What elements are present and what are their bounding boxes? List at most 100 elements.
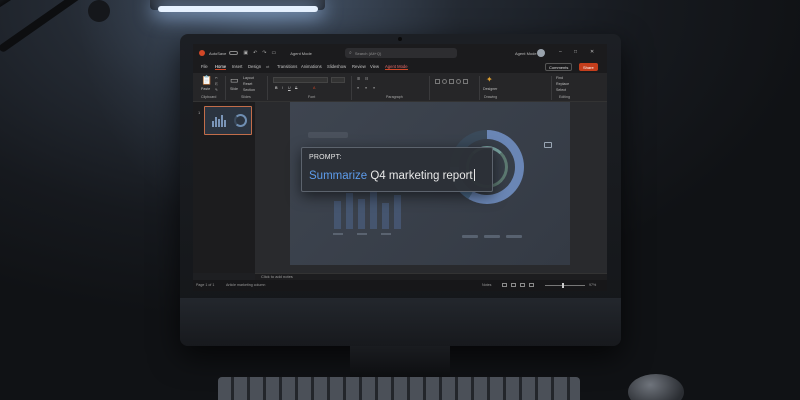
reset-button[interactable]: Reset [243, 82, 252, 86]
ribbon-separator [429, 76, 430, 100]
strikethrough-button[interactable]: S [295, 86, 297, 90]
tab-home[interactable]: Home [215, 64, 227, 70]
group-label-drawing: Drawing [484, 95, 498, 99]
slide-sorter-icon[interactable] [511, 283, 516, 287]
font-color-icon[interactable]: A [313, 86, 315, 90]
normal-view-icon[interactable] [502, 283, 507, 287]
search-icon: ⌕ [349, 50, 352, 56]
comments-label: Comments [549, 64, 569, 70]
align-right-icon[interactable]: ≡ [373, 86, 375, 90]
thumb-bar [218, 119, 220, 127]
group-label-font: Font [308, 95, 316, 99]
shape-style-swatch[interactable] [463, 79, 468, 84]
minimize-button[interactable]: – [559, 49, 562, 55]
italic-button[interactable]: I [282, 86, 283, 90]
autosave-toggle[interactable] [229, 51, 239, 55]
prompt-label: PROMPT: [309, 154, 342, 161]
shape-style-swatch[interactable] [435, 79, 440, 84]
close-button[interactable]: ✕ [590, 49, 594, 55]
slide-axis-label [333, 233, 343, 235]
designer-icon[interactable]: ✦ [486, 75, 493, 84]
thumb-bar [224, 120, 226, 127]
designer-label[interactable]: Designer [483, 87, 497, 91]
tab-review[interactable]: Review [352, 64, 366, 69]
avatar[interactable] [537, 49, 545, 57]
layout-button[interactable]: Layout [243, 76, 254, 80]
accessibility-status[interactable]: Article marketing column [226, 283, 265, 287]
search-input[interactable]: ⌕ Search (Alt+Q) [345, 48, 457, 58]
bold-button[interactable]: B [275, 86, 278, 90]
section-button[interactable]: Section [243, 88, 255, 92]
new-slide-label[interactable]: Slide [230, 87, 238, 91]
tab-view[interactable]: View [370, 64, 379, 69]
notes-placeholder: Click to add notes [261, 274, 293, 279]
save-icon[interactable]: ▣ [243, 50, 248, 56]
reading-view-icon[interactable] [520, 283, 525, 287]
slide-axis-label [381, 233, 391, 235]
thumb-donut [234, 114, 247, 127]
redo-icon[interactable]: ↷ [262, 50, 266, 56]
replace-button[interactable]: Replace [556, 82, 569, 86]
undo-icon[interactable]: ↶ [253, 50, 257, 56]
tab-insert[interactable]: Insert [232, 64, 242, 69]
notes-pane[interactable]: Click to add notes [255, 273, 607, 280]
slide-title-placeholder [308, 132, 348, 138]
ribbon-separator [551, 76, 552, 100]
title-bar: AutoSave ▣ ↶ ↷ ▭ Agent Mode ⌕ Search (Al… [193, 44, 607, 62]
cut-icon[interactable]: ✂ [215, 76, 218, 80]
slide-axis-label [357, 233, 367, 235]
document-title: Agent Mode [290, 50, 312, 56]
present-icon[interactable]: ▭ [272, 50, 277, 56]
new-slide-icon[interactable]: ▭ [230, 75, 239, 86]
prompt-text-rest: Q4 marketing report [367, 170, 473, 182]
paste-label[interactable]: Paste [201, 87, 210, 91]
tab-agent-mode[interactable]: Agent Mode [385, 64, 408, 70]
share-button[interactable]: Share [579, 63, 598, 71]
keyboard [218, 377, 580, 400]
tab-transitions[interactable]: ⇄ [266, 64, 270, 69]
notes-toggle[interactable]: Notes [482, 283, 491, 287]
paste-icon[interactable]: 📋 [201, 75, 212, 86]
align-left-icon[interactable]: ≡ [357, 86, 359, 90]
font-size-select[interactable] [331, 77, 345, 83]
slideshow-icon[interactable] [529, 283, 534, 287]
user-name: Agent Mode [515, 51, 537, 56]
select-button[interactable]: Select [556, 88, 566, 92]
monitor-chin [180, 298, 621, 346]
font-name-select[interactable] [273, 77, 328, 83]
copy-icon[interactable]: ⎘ [215, 82, 218, 86]
agent-prompt-box[interactable]: PROMPT: Summarize Q4 marketing report [301, 147, 493, 192]
align-center-icon[interactable]: ≡ [365, 86, 367, 90]
ribbon: 📋 Paste ✂ ⎘ ✎ ▭ Slide Layout Reset Secti… [193, 73, 607, 102]
format-painter-icon[interactable]: ✎ [215, 88, 218, 92]
slide-thumbnail[interactable] [204, 106, 252, 135]
group-label-clipboard: Clipboard [201, 95, 217, 99]
tab-animations[interactable]: Animations [301, 64, 322, 69]
tab-design[interactable]: Design [248, 64, 261, 69]
shape-style-swatch[interactable] [456, 79, 461, 84]
text-caret [473, 169, 475, 181]
tab-file[interactable]: File [201, 64, 208, 69]
zoom-level[interactable]: 97% [589, 283, 596, 287]
bullets-icon[interactable]: ☰ [357, 77, 360, 81]
shape-style-swatch[interactable] [449, 79, 454, 84]
zoom-slider[interactable] [545, 285, 585, 286]
slide-chart-bar [382, 203, 389, 229]
slide-number: 1 [198, 110, 201, 115]
comments-button[interactable]: Comments [545, 63, 573, 71]
ribbon-separator [267, 76, 268, 100]
slide-thumbnail-pane: 1 [193, 102, 255, 273]
underline-button[interactable]: U [288, 86, 291, 90]
ribbon-tabs: File Home Insert Design ⇄ Transitions An… [193, 62, 607, 73]
tab-transitions-label[interactable]: Transitions [277, 64, 297, 69]
prompt-input[interactable]: Summarize Q4 marketing report [309, 169, 475, 182]
numbering-icon[interactable]: ☷ [365, 77, 368, 81]
shape-style-swatch[interactable] [442, 79, 447, 84]
status-bar: Page 1 of 1 Article marketing column Not… [193, 280, 607, 291]
tab-slideshow[interactable]: Slideshow [327, 64, 346, 69]
slide-legend-item [506, 235, 522, 238]
lamp-joint [88, 0, 110, 22]
find-button[interactable]: Find [556, 76, 563, 80]
maximize-button[interactable]: □ [574, 49, 577, 55]
zoom-slider-thumb[interactable] [562, 283, 564, 288]
